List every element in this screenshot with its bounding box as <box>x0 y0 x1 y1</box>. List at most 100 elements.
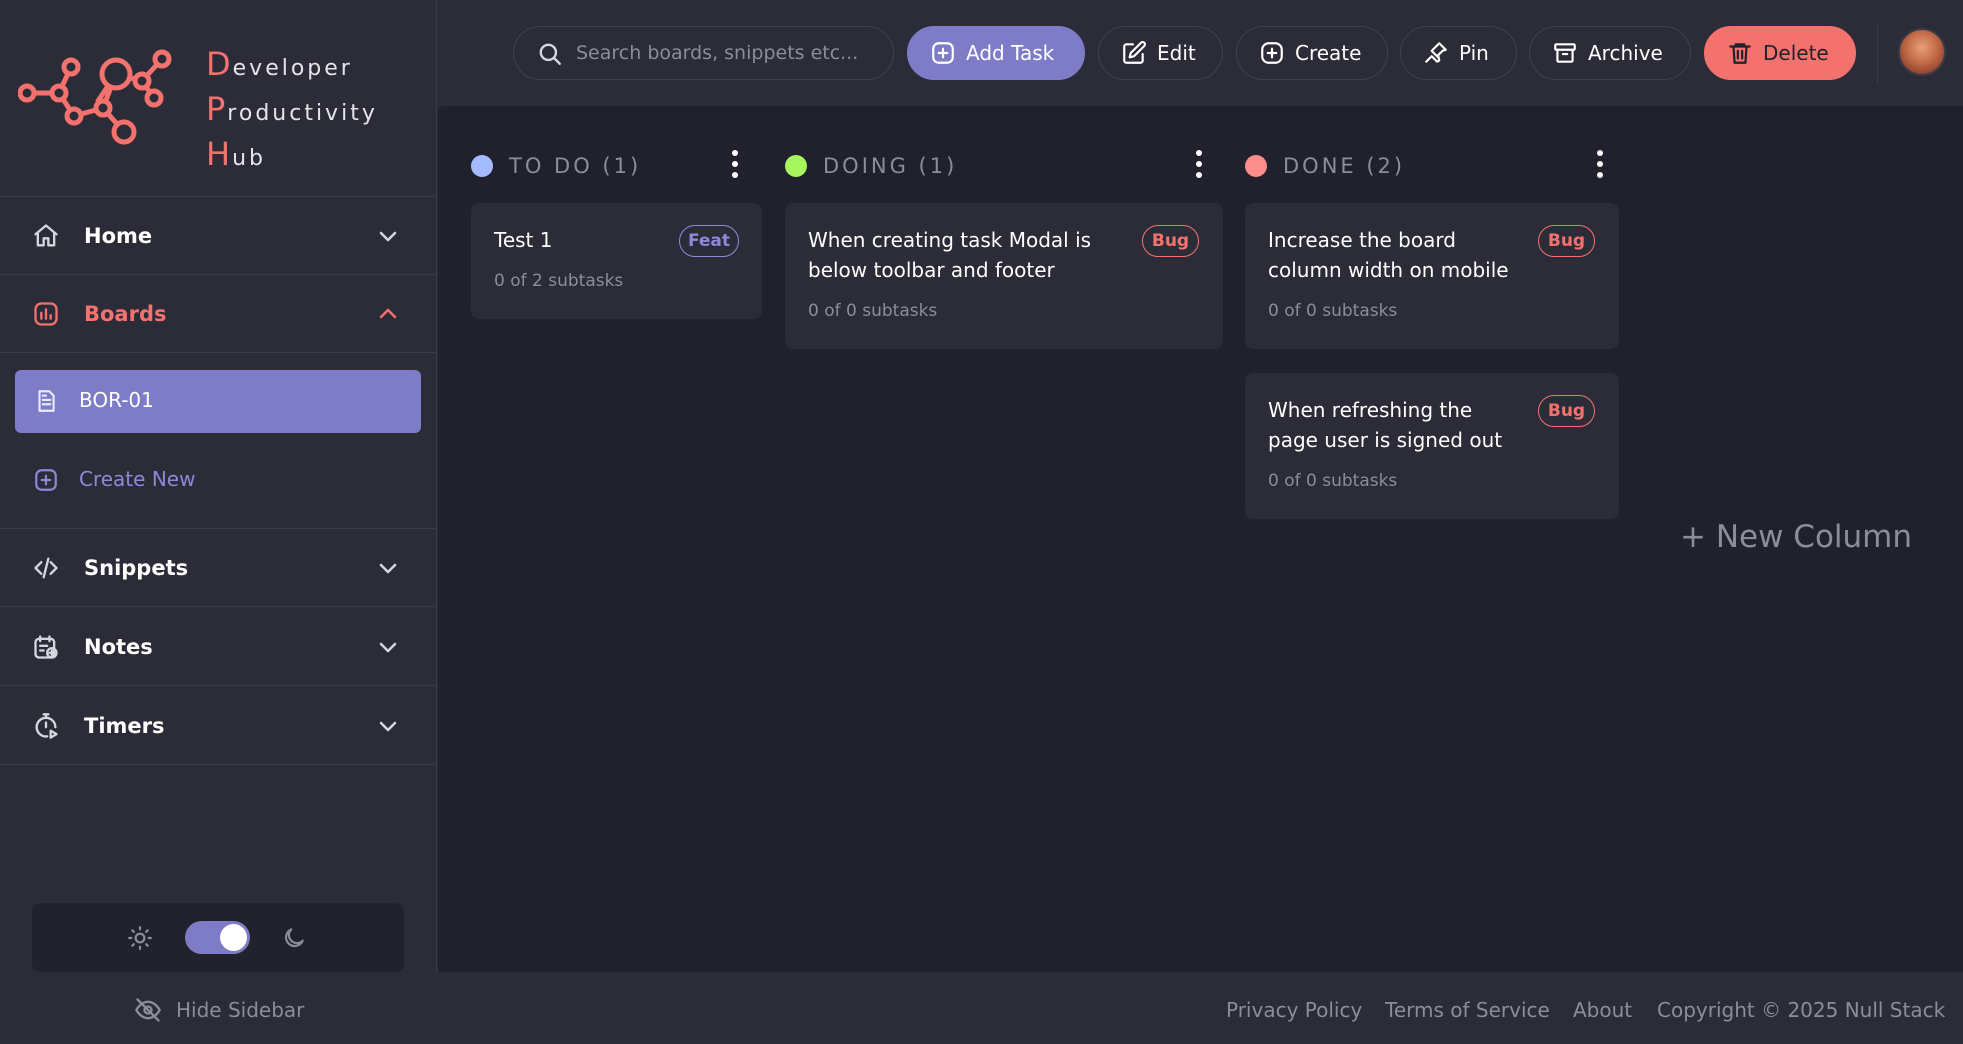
archive-icon <box>1554 43 1576 63</box>
edit-button[interactable]: Edit <box>1098 26 1223 80</box>
chevron-down-icon[interactable] <box>376 556 400 580</box>
sidebar-item-home[interactable]: Home <box>0 197 437 275</box>
archive-label: Archive <box>1588 41 1663 65</box>
chevron-down-icon[interactable] <box>376 714 400 738</box>
task-tag: Bug <box>1538 395 1595 427</box>
app-title-rest: eveloper <box>232 56 353 81</box>
delete-label: Delete <box>1763 41 1829 65</box>
pin-button[interactable]: Pin <box>1400 26 1517 80</box>
notes-icon <box>34 635 58 659</box>
footer-copyright: Copyright © 2025 Null Stack <box>1657 998 1946 1022</box>
footer-link-terms[interactable]: Terms of Service <box>1385 995 1550 1025</box>
edit-icon <box>1123 41 1146 64</box>
plus-circle-icon <box>1261 42 1283 64</box>
chevron-down-icon[interactable] <box>376 224 400 248</box>
task-subtasks: 0 of 0 subtasks <box>808 301 938 321</box>
plus-square-icon <box>35 469 57 491</box>
app-title-line-2: Productivity <box>206 89 378 134</box>
hide-sidebar-label: Hide Sidebar <box>176 998 305 1022</box>
column-title: TO DO (1) <box>509 154 642 178</box>
footer-link-about[interactable]: About <box>1573 995 1632 1025</box>
theme-toggle-knob <box>220 924 247 951</box>
chart-bars-icon <box>34 302 58 326</box>
column-title: DOING (1) <box>823 154 958 178</box>
more-vertical-icon[interactable] <box>731 148 739 180</box>
column-title: DONE (2) <box>1283 154 1406 178</box>
app-title-rest: ub <box>232 146 266 171</box>
task-card[interactable]: Increase the board column width on mobil… <box>1245 203 1619 349</box>
sidebar-item-timers[interactable]: Timers <box>0 687 437 765</box>
sun-icon[interactable] <box>127 925 153 951</box>
column-header-doing: DOING (1) <box>785 146 957 186</box>
create-label: Create <box>1295 41 1362 65</box>
footer-link-privacy[interactable]: Privacy Policy <box>1226 995 1362 1025</box>
more-vertical-icon[interactable] <box>1195 148 1203 180</box>
app-title: Developer Productivity Hub <box>206 44 378 179</box>
task-tag: Feat <box>679 225 739 257</box>
more-vertical-icon[interactable] <box>1596 148 1604 180</box>
task-tag: Bug <box>1538 225 1595 257</box>
sidebar-item-label: Home <box>84 223 153 248</box>
sidebar-item-snippets[interactable]: Snippets <box>0 529 437 607</box>
task-title: Increase the board column width on mobil… <box>1268 228 1509 282</box>
board-item-label: BOR-01 <box>79 388 154 412</box>
sidebar-item-label: Snippets <box>84 555 189 580</box>
trash-icon <box>1729 43 1751 64</box>
column-color-dot <box>1245 155 1267 177</box>
board: TO DO (1) Test 1 0 of 2 subtasks Feat DO… <box>438 106 1963 972</box>
network-logo-icon <box>18 49 172 145</box>
plus-square-icon <box>932 42 954 64</box>
task-title: Test 1 <box>494 228 553 252</box>
sidebar-item-label: Notes <box>84 634 153 659</box>
task-subtasks: 0 of 0 subtasks <box>1268 471 1398 491</box>
sidebar-item-label: Timers <box>84 713 165 738</box>
delete-button[interactable]: Delete <box>1704 26 1856 80</box>
task-card[interactable]: When creating task Modal is below toolba… <box>785 203 1223 349</box>
app-title-initial: D <box>206 45 231 83</box>
sidebar-item-label: Boards <box>84 301 167 326</box>
pin-icon <box>1425 42 1447 63</box>
column-color-dot <box>471 155 493 177</box>
eye-off-icon <box>135 998 161 1022</box>
theme-switcher <box>32 903 404 972</box>
create-button[interactable]: Create <box>1236 26 1388 80</box>
task-subtasks: 0 of 0 subtasks <box>1268 301 1398 321</box>
board-item-bor-01[interactable]: BOR-01 <box>15 370 421 433</box>
app-title-line-1: Developer <box>206 44 378 89</box>
task-title: When creating task Modal is below toolba… <box>808 228 1092 282</box>
add-task-button[interactable]: Add Task <box>907 26 1085 80</box>
task-card[interactable]: When refreshing the page user is signed … <box>1245 373 1619 519</box>
task-title: When refreshing the page user is signed … <box>1268 398 1503 452</box>
search-input[interactable] <box>576 39 881 67</box>
app-title-initial: P <box>206 90 226 128</box>
create-new-label: Create New <box>79 467 196 491</box>
code-icon <box>34 557 58 579</box>
theme-toggle[interactable] <box>185 921 250 954</box>
task-tag: Bug <box>1142 225 1199 257</box>
archive-button[interactable]: Archive <box>1529 26 1691 80</box>
logo[interactable]: Developer Productivity Hub <box>0 0 437 197</box>
timer-icon <box>35 713 58 739</box>
document-icon <box>38 390 55 412</box>
avatar[interactable] <box>1898 28 1946 76</box>
column-color-dot <box>785 155 807 177</box>
chevron-down-icon[interactable] <box>376 635 400 659</box>
app-title-line-3: Hub <box>206 134 378 179</box>
sidebar-item-boards[interactable]: Boards <box>0 275 437 353</box>
boards-submenu: BOR-01 Create New <box>0 353 437 529</box>
search-icon <box>539 43 561 65</box>
app-title-initial: H <box>206 135 231 173</box>
header-divider <box>1877 22 1878 84</box>
edit-label: Edit <box>1157 41 1196 65</box>
hide-sidebar-button[interactable]: Hide Sidebar <box>134 995 304 1025</box>
sidebar: Developer Productivity Hub Home Boards B… <box>0 0 437 972</box>
sidebar-item-notes[interactable]: Notes <box>0 608 437 686</box>
moon-icon[interactable] <box>281 925 307 951</box>
chevron-up-icon[interactable] <box>376 302 400 326</box>
add-task-label: Add Task <box>966 41 1055 65</box>
new-column-button[interactable]: + New Column <box>1680 519 1912 555</box>
task-subtasks: 0 of 2 subtasks <box>494 271 624 291</box>
task-card[interactable]: Test 1 0 of 2 subtasks Feat <box>471 203 762 319</box>
create-new-board-button[interactable]: Create New <box>15 453 421 509</box>
search-bar[interactable] <box>513 26 894 80</box>
